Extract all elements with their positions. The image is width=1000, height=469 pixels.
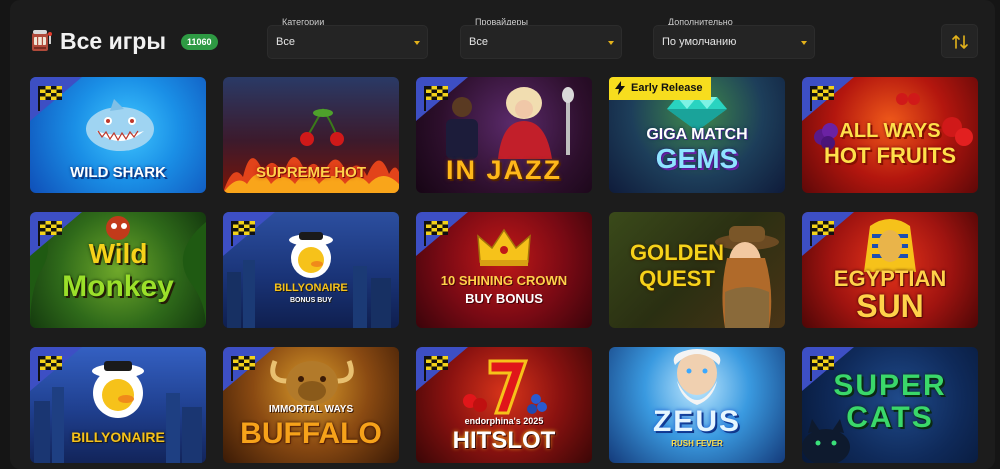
game-tile-immortal-ways-buffalo[interactable]: IMMORTAL WAYS BUFFALO: [223, 347, 399, 463]
games-header: Все игры 11060 Категории Все Провайдеры …: [0, 0, 1000, 70]
game-tile-hitslot[interactable]: endorphina's 2025 HITSLOT: [416, 347, 592, 463]
checkered-flag-icon: [416, 77, 468, 121]
sort-arrows-icon: [952, 35, 968, 49]
game-title: endorphina's 2025: [464, 416, 544, 426]
duck-art: [92, 361, 144, 418]
buffalo-art: [270, 360, 354, 405]
game-title: ALL WAYS: [839, 120, 941, 142]
checkered-flag-icon: [802, 347, 854, 391]
extra-select[interactable]: По умолчанию: [653, 25, 815, 59]
duck-art: [289, 232, 333, 278]
game-title: ZEUS: [652, 405, 741, 438]
game-subtitle: SUN: [856, 288, 924, 324]
game-subtitle: QUEST: [639, 266, 715, 291]
game-tile-billyonaire-bonus-buy[interactable]: BILLYONAIRE BONUS BUY: [223, 212, 399, 328]
slot-machine-icon: [30, 29, 52, 53]
game-title: EGYPTIAN: [833, 266, 947, 291]
page-title: Все игры: [60, 28, 166, 54]
sort-button[interactable]: [941, 24, 978, 58]
game-tile-super-cats[interactable]: SUPER CATS: [802, 347, 978, 463]
game-subtitle: HOT FRUITS: [824, 143, 956, 168]
game-title: GIGA MATCH: [646, 126, 748, 143]
game-tile-egyptian-sun[interactable]: EGYPTIAN SUN: [802, 212, 978, 328]
checkered-flag-icon: [30, 347, 82, 391]
checkered-flag-icon: [223, 347, 275, 391]
games-count-badge: 11060: [181, 34, 218, 50]
game-tile-zeus-rush-fever[interactable]: ZEUS RUSH FEVER: [609, 347, 785, 463]
game-tile-golden-quest[interactable]: GOLDEN QUEST: [609, 212, 785, 328]
game-subtitle: RUSH FEVER: [671, 439, 723, 448]
game-subtitle: BUFFALO: [240, 417, 382, 450]
game-subtitle: CATS: [846, 401, 934, 434]
checkered-flag-icon: [223, 212, 275, 256]
game-title: IMMORTAL WAYS: [268, 404, 354, 415]
category-select[interactable]: Все: [267, 25, 428, 59]
checkered-flag-icon: [802, 77, 854, 121]
game-tile-wild-monkey[interactable]: Wild Monkey: [30, 212, 206, 328]
provider-select-value: Все: [469, 36, 488, 48]
game-title: IN JAZZ: [445, 155, 562, 185]
shark-art: [86, 99, 154, 151]
game-title: BILLYONAIRE: [71, 429, 165, 445]
game-subtitle: Monkey: [62, 270, 174, 303]
game-title: WILD SHARK: [70, 164, 166, 181]
early-release-badge: Early Release: [609, 77, 711, 100]
game-subtitle: BONUS BUY: [289, 297, 332, 304]
early-release-label: Early Release: [631, 82, 703, 94]
checkered-flag-icon: [30, 212, 82, 256]
game-title: SUPREME HOT: [255, 164, 366, 181]
game-title: BILLYONAIRE: [274, 282, 348, 294]
game-tile-shining-crown-buy-bonus[interactable]: 10 SHINING CROWN BUY BONUS: [416, 212, 592, 328]
seven-cherry-art: [463, 359, 547, 415]
chevron-down-icon: [414, 41, 420, 45]
provider-select[interactable]: Все: [460, 25, 622, 59]
game-tile-in-jazz[interactable]: IN JAZZ: [416, 77, 592, 193]
game-subtitle: BUY BONUS: [465, 291, 543, 306]
chevron-down-icon: [608, 41, 614, 45]
game-title: 10 SHINING CROWN: [440, 273, 568, 288]
game-tile-all-ways-hot-fruits[interactable]: ALL WAYS HOT FRUITS: [802, 77, 978, 193]
category-select-value: Все: [276, 36, 295, 48]
pharaoh-art: [864, 219, 916, 272]
chevron-down-icon: [801, 41, 807, 45]
crown-art: [477, 228, 531, 266]
checkered-flag-icon: [802, 212, 854, 256]
game-title: GOLDEN: [629, 240, 725, 265]
game-subtitle: GEMS: [655, 143, 739, 174]
game-tile-wild-shark[interactable]: WILD SHARK: [30, 77, 206, 193]
extra-select-value: По умолчанию: [662, 36, 737, 48]
game-subtitle: HITSLOT: [452, 427, 556, 454]
checkered-flag-icon: [30, 77, 82, 121]
game-tile-billyonaire[interactable]: BILLYONAIRE: [30, 347, 206, 463]
game-tile-supreme-hot[interactable]: SUPREME HOT: [223, 77, 399, 193]
cherry-art: [300, 108, 344, 146]
checkered-flag-icon: [416, 347, 468, 391]
lightning-icon: [615, 81, 625, 95]
checkered-flag-icon: [416, 212, 468, 256]
